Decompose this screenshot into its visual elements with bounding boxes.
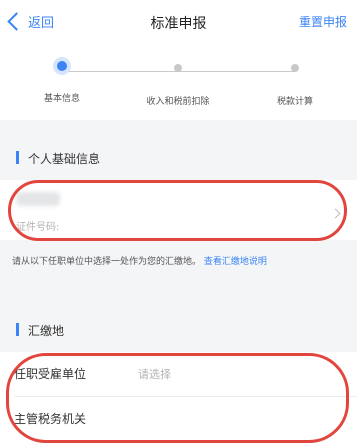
employer-row[interactable]: 任职受雇单位 请选择 <box>0 352 357 396</box>
section-accent-bar <box>16 323 19 336</box>
step-dot-active <box>57 61 67 71</box>
progress-steps: 基本信息 收入和税前扣除 税款计算 <box>0 44 357 120</box>
redacted-name <box>16 192 60 206</box>
notice-message: 请从以下任职单位中选择一处作为您的汇缴地。 <box>12 257 202 267</box>
id-number-label: 证件号码: <box>16 222 60 233</box>
tax-authority-row[interactable]: 主管税务机关 <box>0 397 357 441</box>
section-accent-bar <box>16 151 19 164</box>
employer-label: 任职受雇单位 <box>14 367 87 381</box>
employer-select[interactable]: 请选择 <box>138 366 171 382</box>
step-income-deductions: 收入和税前扣除 <box>128 44 228 107</box>
tax-filing-page: 返回 标准申报 重置申报 基本信息 收入和税前扣除 税款计算 个人基础信息 证件… <box>0 0 357 444</box>
top-nav-bar: 返回 标准申报 重置申报 <box>0 0 357 44</box>
section-title: 个人基础信息 <box>28 152 101 166</box>
personal-info-card[interactable]: 证件号码: <box>0 180 357 240</box>
step-dot <box>291 64 299 72</box>
filing-location-card: 任职受雇单位 请选择 主管税务机关 <box>0 352 357 444</box>
view-filing-location-link[interactable]: 查看汇缴地说明 <box>204 257 267 267</box>
tax-authority-label: 主管税务机关 <box>14 412 87 426</box>
filing-location-notice: 请从以下任职单位中选择一处作为您的汇缴地。 查看汇缴地说明 <box>0 240 357 302</box>
notice-text: 请从以下任职单位中选择一处作为您的汇缴地。 查看汇缴地说明 <box>12 254 345 270</box>
step-basic-info: 基本信息 <box>12 44 112 104</box>
personal-info-header: 个人基础信息 <box>0 140 357 176</box>
reset-filing-button[interactable]: 重置申报 <box>299 13 347 30</box>
chevron-right-icon <box>330 208 341 219</box>
filing-location-header: 汇缴地 <box>0 312 357 348</box>
step-dot <box>174 64 182 72</box>
step-label: 基本信息 <box>43 94 80 104</box>
step-label: 收入和税前扣除 <box>146 97 210 107</box>
section-title: 汇缴地 <box>28 324 65 338</box>
step-label: 税款计算 <box>276 97 313 107</box>
step-tax-calculation: 税款计算 <box>245 44 345 107</box>
